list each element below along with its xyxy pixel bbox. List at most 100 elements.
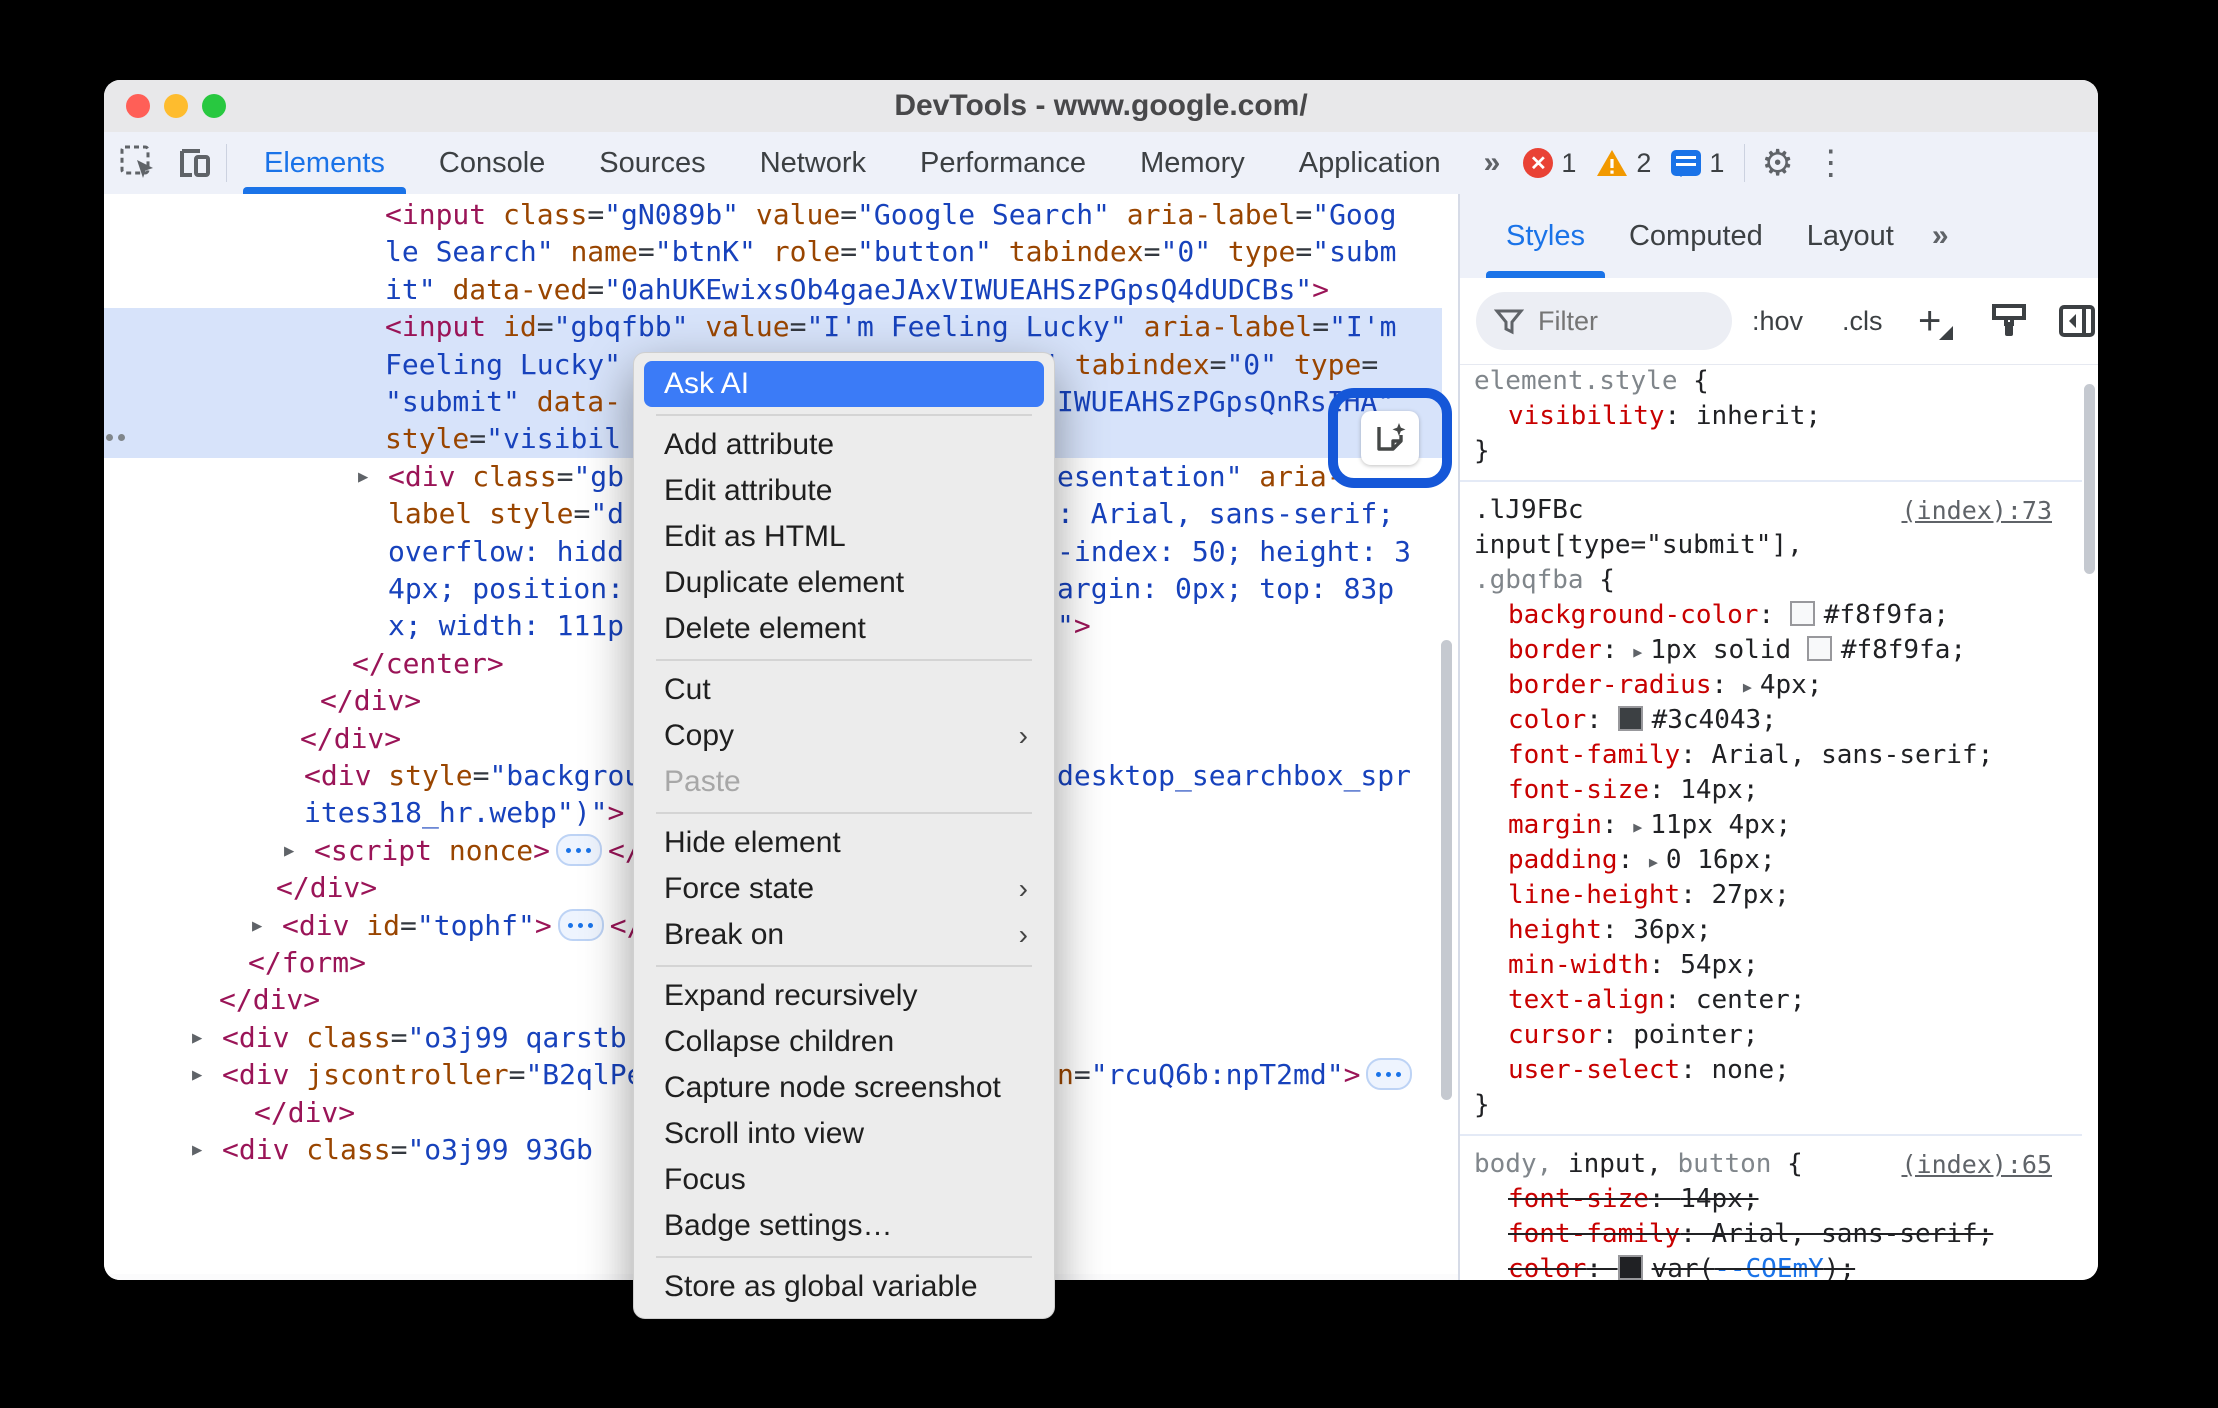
menu-item-edit-attribute[interactable]: Edit attribute [644,468,1044,514]
ellipsis-expand-pill-icon[interactable] [1366,1058,1413,1091]
ellipsis-expand-pill-icon[interactable] [556,833,603,866]
warning-badge[interactable]: 2 [1596,148,1651,179]
menu-item-duplicate-element[interactable]: Duplicate element [644,560,1044,606]
tab-computed[interactable]: Computed [1607,194,1785,278]
ellipsis-expand-pill-icon[interactable] [557,908,604,941]
menu-item-delete-element[interactable]: Delete element [644,606,1044,652]
css-selector-row[interactable]: .gbqfba { [1460,563,2082,598]
expand-shorthand-icon[interactable]: ▶ [1743,670,1752,705]
tab-elements[interactable]: Elements [237,132,412,194]
css-property-row[interactable]: font-size: 14px; [1460,773,2082,808]
css-property-row[interactable]: background-color: #f8f9fa; [1460,598,2082,633]
styles-vertical-scrollbar[interactable] [2084,384,2095,574]
menu-item-add-attribute[interactable]: Add attribute [644,422,1044,468]
issues-badge[interactable]: 1 [1671,148,1724,179]
css-property-row[interactable]: user-select: none; [1460,1053,2082,1088]
ai-assistance-adorner-ring[interactable] [1328,388,1452,488]
css-property-row[interactable]: border-radius: ▶ 4px; [1460,668,2082,703]
inspect-element-icon[interactable] [116,141,160,185]
css-property-row[interactable]: min-width: 54px; [1460,948,2082,983]
element-classes-button[interactable]: .cls [1842,278,1883,364]
menu-item-scroll-into-view[interactable]: Scroll into view [644,1111,1044,1157]
css-selector-row[interactable]: .lJ9FBc (index):73 [1460,493,2082,528]
color-swatch[interactable] [1617,706,1643,731]
expand-shorthand-icon[interactable]: ▶ [1633,635,1642,670]
menu-item-break-on[interactable]: Break on › [644,912,1044,958]
css-property-row[interactable]: text-align: center; [1460,983,2082,1018]
device-toolbar-icon[interactable] [172,141,216,185]
css-selector-row[interactable]: body, input, button {(index):65 [1460,1147,2082,1182]
color-swatch[interactable] [1806,636,1832,661]
css-property-row[interactable]: cursor: pointer; [1460,1018,2082,1053]
toggle-sidebar-icon[interactable] [2056,300,2098,342]
ai-assistance-icon[interactable] [1361,411,1419,465]
css-selector-row[interactable]: } [1460,434,2082,469]
tab-styles[interactable]: Styles [1484,194,1607,278]
css-selector-row[interactable]: } [1460,1088,2082,1123]
menu-item-expand-recursively[interactable]: Expand recursively [644,973,1044,1019]
expand-shorthand-icon[interactable]: ▶ [1649,845,1658,880]
menu-item-badge-settings[interactable]: Badge settings… [644,1203,1044,1249]
color-swatch[interactable] [1789,601,1815,626]
menu-item-copy[interactable]: Copy › [644,713,1044,759]
tab-console[interactable]: Console [412,132,572,194]
menu-item-ask-ai[interactable]: Ask AI [644,361,1044,407]
code-line[interactable]: it" data-ved="0ahUKEwixsOb4gaeJAxVIWUEAH… [104,271,1442,309]
error-badge[interactable]: ✕ 1 [1523,148,1576,179]
more-tabs-icon[interactable]: » [1468,146,1514,180]
code-line[interactable]: <input class="gN089b" value="Google Sear… [104,196,1442,234]
title-bar[interactable]: DevTools - www.google.com/ [104,80,2098,133]
code-token: #f8f9fa; [1823,600,1949,630]
css-property-row[interactable]: height: 36px; [1460,913,2082,948]
new-style-rule-button[interactable]: + [1918,278,1954,364]
color-swatch[interactable] [1617,1255,1643,1280]
more-options-kebab-icon[interactable]: ⋮ [1800,143,1862,183]
css-property-row[interactable]: visibility: inherit; [1460,399,2082,434]
code-token: : [1680,1055,1712,1085]
css-property-row[interactable]: padding: ▶ 0 16px; [1460,843,2082,878]
css-property-row[interactable]: font-family: Arial, sans-serif; [1460,738,2082,773]
elements-vertical-scrollbar[interactable] [1441,640,1452,1100]
more-sidebar-tabs-icon[interactable]: » [1916,219,1962,253]
tab-application[interactable]: Application [1272,132,1468,194]
disclosure-arrow-icon[interactable]: ▶ [192,1056,202,1094]
disclosure-arrow-icon[interactable]: ▶ [192,1131,202,1169]
menu-item-hide-element[interactable]: Hide element [644,820,1044,866]
menu-item-force-state[interactable]: Force state › [644,866,1044,912]
menu-item-capture-node-screenshot[interactable]: Capture node screenshot [644,1065,1044,1111]
css-property-row[interactable]: line-height: 27px; [1460,878,2082,913]
disclosure-arrow-icon[interactable]: ▶ [192,1019,202,1057]
rendering-brush-icon[interactable] [1988,300,2030,342]
tab-performance[interactable]: Performance [893,132,1113,194]
menu-item-edit-as-html[interactable]: Edit as HTML [644,514,1044,560]
css-property-row[interactable]: font-family: Arial, sans-serif; [1460,1217,2082,1252]
settings-gear-icon[interactable]: ⚙ [1755,142,1799,184]
styles-filter[interactable] [1476,292,1732,350]
menu-item-focus[interactable]: Focus [644,1157,1044,1203]
expand-shorthand-icon[interactable]: ▶ [1633,810,1642,845]
code-token: class [306,1020,391,1054]
filter-input[interactable] [1536,304,1690,338]
css-property-row[interactable]: font-size: 14px; [1460,1182,2082,1217]
css-selector-row[interactable]: input[type="submit"], [1460,528,2082,563]
css-property-row[interactable]: color: #3c4043; [1460,703,2082,738]
code-line[interactable]: le Search" name="btnK" role="button" tab… [104,233,1442,271]
menu-item-store-as-global-variable[interactable]: Store as global variable [644,1264,1044,1310]
tab-memory[interactable]: Memory [1113,132,1272,194]
toggle-element-state-button[interactable]: :hov [1752,278,1803,364]
disclosure-arrow-icon[interactable]: ▶ [358,458,368,496]
tab-layout[interactable]: Layout [1785,194,1916,278]
stylesheet-source-link[interactable]: (index):73 [1901,493,2052,528]
menu-item-cut[interactable]: Cut [644,667,1044,713]
css-property-row[interactable]: margin: ▶ 11px 4px; [1460,808,2082,843]
menu-item-collapse-children[interactable]: Collapse children [644,1019,1044,1065]
tab-sources[interactable]: Sources [572,132,732,194]
stylesheet-source-link[interactable]: (index):65 [1901,1147,2052,1182]
css-property-row[interactable]: color: var(--COEmY); [1460,1252,2082,1280]
disclosure-arrow-icon[interactable]: ▶ [284,832,294,870]
disclosure-arrow-icon[interactable]: ▶ [252,907,262,945]
css-selector-row[interactable]: element.style { [1460,364,2082,399]
code-line[interactable]: <input id="gbqfbb" value="I'm Feeling Lu… [104,308,1442,347]
css-property-row[interactable]: border: ▶ 1px solid #f8f9fa; [1460,633,2082,668]
tab-network[interactable]: Network [733,132,893,194]
